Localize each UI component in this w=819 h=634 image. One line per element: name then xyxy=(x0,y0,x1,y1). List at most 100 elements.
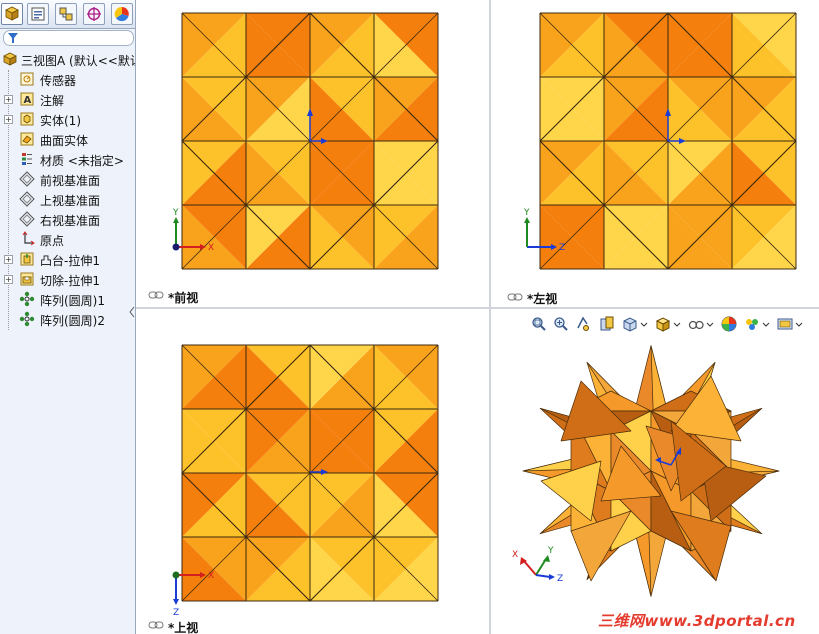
tree-item-boss-extrude1[interactable]: + 凸台-拉伸1 xyxy=(0,250,135,268)
part-icon xyxy=(3,52,17,66)
expand-toggle[interactable]: + xyxy=(4,255,13,264)
panel-collapse-icon[interactable] xyxy=(129,305,135,319)
chevron-down-icon[interactable] xyxy=(706,316,714,332)
tree-item-label: 右视基准面 xyxy=(40,214,101,228)
root-part-label: 三视图A (默认<<默认 xyxy=(21,54,136,68)
axis-label: Z xyxy=(557,574,563,584)
sensor-icon xyxy=(20,72,34,86)
axis-label: X xyxy=(208,243,214,253)
cut-extrude-icon xyxy=(20,272,34,286)
view-settings-icon[interactable] xyxy=(777,316,793,332)
solid-body-icon xyxy=(20,112,34,126)
tree-item-label: 凸台-拉伸1 xyxy=(40,254,100,268)
hide-show-items-icon[interactable] xyxy=(688,316,704,332)
front-view-model[interactable]: XY xyxy=(136,0,489,307)
viewport-left[interactable]: ZY *左视 xyxy=(491,0,819,307)
top-view-model[interactable]: XZ xyxy=(136,309,489,634)
tree-item-surface-bodies[interactable]: 曲面实体 xyxy=(0,130,135,148)
chevron-down-icon[interactable] xyxy=(673,316,681,332)
material-icon xyxy=(22,153,32,165)
dimxpert-tab[interactable] xyxy=(83,3,105,25)
tree-item-top-plane[interactable]: 上视基准面 xyxy=(0,190,135,208)
edit-appearance-icon[interactable] xyxy=(721,316,737,332)
zoom-to-area-icon[interactable] xyxy=(553,316,569,332)
expand-toggle[interactable]: + xyxy=(4,95,13,104)
target-icon xyxy=(87,7,101,21)
tree-item-cut-extrude1[interactable]: + 切除-拉伸1 xyxy=(0,270,135,288)
tree-item-label: 阵列(圆周)1 xyxy=(40,294,105,308)
annotation-icon: A xyxy=(20,92,34,106)
plane-icon xyxy=(19,191,35,207)
viewport-isometric[interactable]: X Y Z xyxy=(491,309,819,634)
tree-item-label: 阵列(圆周)2 xyxy=(40,314,105,328)
axis-label: X xyxy=(208,571,214,581)
axis-arrow xyxy=(173,599,179,605)
tree-item-right-plane[interactable]: 右视基准面 xyxy=(0,210,135,228)
axis-label: Z xyxy=(559,243,565,253)
axis-label: X xyxy=(512,550,518,560)
axis-label: Y xyxy=(172,208,179,218)
tree-item-origin[interactable]: 原点 xyxy=(0,230,135,248)
viewport-front-label: *前视 xyxy=(168,291,199,305)
viewport-front[interactable]: XY *前视 xyxy=(136,0,489,307)
tree-item-sensors[interactable]: 传感器 xyxy=(0,70,135,88)
axis-arrow xyxy=(543,555,550,562)
apply-scene-icon[interactable] xyxy=(744,316,760,332)
feature-manager-tab[interactable] xyxy=(1,3,23,25)
origin-marker xyxy=(172,243,180,251)
isometric-view-model[interactable]: X Y Z xyxy=(491,309,819,634)
feature-manager-panel: 三视图A (默认<<默认 传感器 + A 注解 + 实体(1) 曲面实体 材质 … xyxy=(0,0,136,634)
tree-item-label: 切除-拉伸1 xyxy=(40,274,100,288)
filter-icon xyxy=(8,33,18,43)
boss-extrude-icon xyxy=(20,252,34,266)
tree-item-solid-bodies[interactable]: + 实体(1) xyxy=(0,110,135,128)
origin-marker xyxy=(172,571,180,579)
view-orientation-icon[interactable] xyxy=(622,316,638,332)
section-view-icon[interactable] xyxy=(599,316,615,332)
property-manager-tab[interactable] xyxy=(27,3,49,25)
origin-icon xyxy=(22,231,35,246)
chevron-down-icon[interactable] xyxy=(640,316,648,332)
plane-icon xyxy=(19,211,35,227)
circular-pattern-icon xyxy=(19,311,35,327)
tree-item-label: 实体(1) xyxy=(40,114,81,128)
tree-item-front-plane[interactable]: 前视基准面 xyxy=(0,170,135,188)
axis-label: Z xyxy=(173,608,179,618)
viewport-top[interactable]: XZ *上视 xyxy=(136,309,489,634)
tree-filter-input[interactable] xyxy=(3,30,134,46)
configuration-manager-tab[interactable] xyxy=(55,3,77,25)
tree-item-label: 材质 <未指定> xyxy=(40,154,124,168)
tree-item-label: 原点 xyxy=(40,234,65,248)
plane-icon xyxy=(19,171,35,187)
site-watermark: 三维网www.3dportal.cn xyxy=(598,612,796,630)
circular-pattern-icon xyxy=(19,291,35,307)
viewport-splitter-horizontal[interactable] xyxy=(136,307,819,309)
axis-arrow xyxy=(549,574,555,580)
link-view-icon[interactable] xyxy=(148,291,164,299)
axis-label: Y xyxy=(523,208,530,218)
surface-body-icon xyxy=(20,132,34,146)
link-view-icon[interactable] xyxy=(507,293,523,301)
property-icon xyxy=(31,7,45,21)
previous-view-icon[interactable] xyxy=(575,316,591,332)
left-view-model[interactable]: ZY xyxy=(491,0,819,307)
tree-item-circular-pattern2[interactable]: 阵列(圆周)2 xyxy=(0,310,135,328)
display-manager-tab[interactable] xyxy=(111,3,133,25)
feature-tree-icon xyxy=(5,6,19,21)
chevron-down-icon[interactable] xyxy=(795,316,803,332)
expand-toggle[interactable]: + xyxy=(4,115,13,124)
zoom-to-fit-icon[interactable] xyxy=(531,316,547,332)
display-style-icon[interactable] xyxy=(655,316,671,332)
tree-item-circular-pattern1[interactable]: 阵列(圆周)1 xyxy=(0,290,135,308)
tree-item-annotations[interactable]: + A 注解 xyxy=(0,90,135,108)
tree-item-label: 注解 xyxy=(40,94,65,108)
axis-y xyxy=(535,558,547,576)
chevron-down-icon[interactable] xyxy=(762,316,770,332)
color-wheel-icon xyxy=(114,6,129,22)
viewport-splitter-vertical[interactable] xyxy=(489,0,491,634)
expand-toggle[interactable]: + xyxy=(4,275,13,284)
axis-z xyxy=(535,574,551,578)
tree-item-material[interactable]: 材质 <未指定> xyxy=(0,150,135,168)
tree-root-part[interactable]: 三视图A (默认<<默认 xyxy=(0,50,135,68)
link-view-icon[interactable] xyxy=(148,621,164,629)
